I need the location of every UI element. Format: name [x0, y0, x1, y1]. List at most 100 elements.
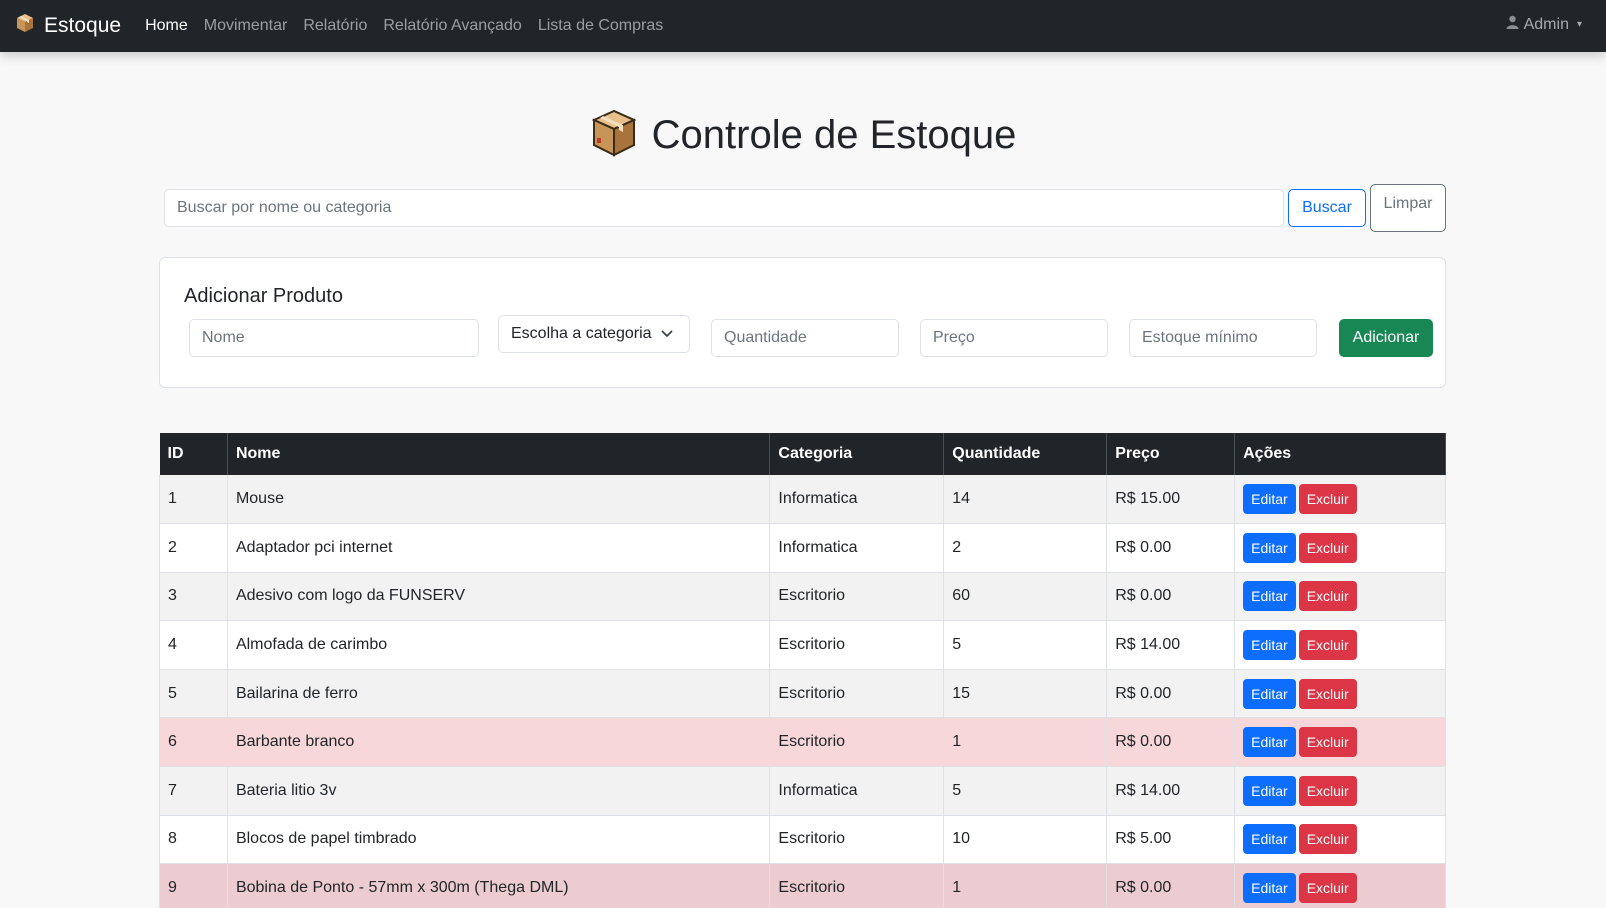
table-row: 5 Bailarina de ferro Escritorio 15 R$ 0.… — [159, 669, 1446, 719]
cell-name: Almofada de carimbo — [227, 620, 771, 670]
cell-actions: Editar Excluir — [1234, 863, 1446, 908]
nav-link-home[interactable]: Home — [145, 17, 188, 35]
column-header-acoes: Ações — [1234, 433, 1446, 475]
search-button[interactable]: Buscar — [1288, 189, 1366, 227]
cell-id: 2 — [159, 523, 228, 573]
edit-button[interactable]: Editar — [1243, 873, 1296, 904]
cell-price: R$ 14.00 — [1106, 620, 1236, 670]
search-input[interactable] — [164, 189, 1284, 227]
cell-price: R$ 0.00 — [1106, 523, 1236, 573]
cell-name: Bobina de Ponto - 57mm x 300m (Thega DML… — [227, 863, 771, 908]
cell-category: Escritorio — [769, 620, 945, 670]
cell-actions: Editar Excluir — [1234, 669, 1446, 719]
category-select[interactable]: Escolha a categoria — [498, 315, 690, 353]
cell-name: Mouse — [227, 475, 771, 525]
cell-name: Bateria litio 3v — [227, 766, 771, 816]
user-menu-dropdown[interactable]: Admin ▾ — [1506, 15, 1582, 34]
package-box-icon — [14, 12, 36, 40]
cell-actions: Editar Excluir — [1234, 475, 1446, 525]
edit-button[interactable]: Editar — [1243, 581, 1296, 612]
edit-button[interactable]: Editar — [1243, 484, 1296, 515]
cell-id: 3 — [159, 572, 228, 622]
cell-price: R$ 0.00 — [1106, 863, 1236, 908]
table-row: 1 Mouse Informatica 14 R$ 15.00 Editar Ex… — [159, 475, 1446, 525]
cell-quantity: 60 — [943, 572, 1108, 622]
cell-category: Escritorio — [769, 572, 945, 622]
delete-button[interactable]: Excluir — [1298, 727, 1357, 758]
delete-button[interactable]: Excluir — [1298, 581, 1357, 612]
products-table: ID Nome Categoria Quantidade Preço Ações… — [159, 433, 1446, 908]
edit-button[interactable]: Editar — [1243, 727, 1296, 758]
delete-button[interactable]: Excluir — [1298, 824, 1357, 855]
cell-quantity: 15 — [943, 669, 1108, 719]
cell-category: Informatica — [769, 475, 945, 525]
quantity-field[interactable] — [711, 319, 899, 357]
cell-category: Escritorio — [769, 669, 945, 719]
cell-price: R$ 0.00 — [1106, 717, 1236, 768]
caret-down-icon: ▾ — [1576, 19, 1582, 30]
cell-actions: Editar Excluir — [1234, 523, 1446, 573]
cell-id: 4 — [159, 620, 228, 670]
add-product-title: Adicionar Produto — [184, 285, 343, 307]
cell-quantity: 2 — [943, 523, 1108, 573]
cell-category: Escritorio — [769, 815, 945, 865]
column-header-preco: Preço — [1106, 433, 1236, 475]
chevron-down-icon — [660, 325, 673, 343]
cell-quantity: 5 — [943, 620, 1108, 670]
brand-link[interactable]: Estoque — [14, 12, 121, 40]
table-header-row: ID Nome Categoria Quantidade Preço Ações — [159, 433, 1446, 475]
category-select-value: Escolha a categoria — [511, 325, 652, 342]
cell-category: Informatica — [769, 523, 945, 573]
delete-button[interactable]: Excluir — [1298, 678, 1357, 709]
cell-name: Adaptador pci internet — [227, 523, 771, 573]
user-icon — [1506, 15, 1519, 34]
table-row-low-stock: 9 Bobina de Ponto - 57mm x 300m (Thega D… — [159, 863, 1446, 908]
table-row: 3 Adesivo com logo da FUNSERV Escritorio… — [159, 572, 1446, 622]
cell-id: 7 — [159, 766, 228, 816]
cell-price: R$ 5.00 — [1106, 815, 1236, 865]
add-product-button[interactable]: Adicionar — [1339, 319, 1433, 357]
edit-button[interactable]: Editar — [1243, 630, 1296, 661]
table-row: 8 Blocos de papel timbrado Escritorio 10… — [159, 815, 1446, 865]
cell-actions: Editar Excluir — [1234, 766, 1446, 816]
cell-id: 8 — [159, 815, 228, 865]
cell-price: R$ 0.00 — [1106, 669, 1236, 719]
page-header: Controle de Estoque — [0, 108, 1606, 163]
table-row: 2 Adaptador pci internet Informatica 2 R… — [159, 523, 1446, 573]
cell-price: R$ 15.00 — [1106, 475, 1236, 525]
nav-link-relatorio-avancado[interactable]: Relatório Avançado — [383, 17, 521, 35]
column-header-categoria: Categoria — [769, 433, 945, 475]
edit-button[interactable]: Editar — [1243, 678, 1296, 709]
cell-id: 1 — [159, 475, 228, 525]
delete-button[interactable]: Excluir — [1298, 532, 1357, 563]
name-field[interactable] — [189, 319, 479, 357]
column-header-quantidade: Quantidade — [943, 433, 1108, 475]
cell-name: Adesivo com logo da FUNSERV — [227, 572, 771, 622]
edit-button[interactable]: Editar — [1243, 775, 1296, 806]
table-row: 4 Almofada de carimbo Escritorio 5 R$ 14… — [159, 620, 1446, 670]
nav-link-lista-de-compras[interactable]: Lista de Compras — [538, 17, 663, 35]
cell-actions: Editar Excluir — [1234, 717, 1446, 768]
edit-button[interactable]: Editar — [1243, 824, 1296, 855]
delete-button[interactable]: Excluir — [1298, 630, 1357, 661]
clear-button[interactable]: Limpar — [1370, 184, 1446, 232]
delete-button[interactable]: Excluir — [1298, 873, 1357, 904]
nav-link-movimentar[interactable]: Movimentar — [204, 17, 288, 35]
cell-category: Informatica — [769, 766, 945, 816]
table-row-low-stock: 6 Barbante branco Escritorio 1 R$ 0.00 E… — [159, 717, 1446, 768]
nav-links: Home Movimentar Relatório Relatório Avan… — [145, 17, 679, 35]
brand-label: Estoque — [44, 14, 122, 37]
delete-button[interactable]: Excluir — [1298, 484, 1357, 515]
cell-price: R$ 14.00 — [1106, 766, 1236, 816]
cell-id: 6 — [159, 717, 228, 768]
delete-button[interactable]: Excluir — [1298, 775, 1357, 806]
cell-id: 5 — [159, 669, 228, 719]
table-row: 7 Bateria litio 3v Informatica 5 R$ 14.0… — [159, 766, 1446, 816]
price-field[interactable] — [920, 319, 1108, 357]
nav-link-relatorio[interactable]: Relatório — [303, 17, 367, 35]
cell-actions: Editar Excluir — [1234, 620, 1446, 670]
column-header-nome: Nome — [227, 433, 771, 475]
min-stock-field[interactable] — [1129, 319, 1317, 357]
cell-quantity: 1 — [943, 717, 1108, 768]
edit-button[interactable]: Editar — [1243, 532, 1296, 563]
